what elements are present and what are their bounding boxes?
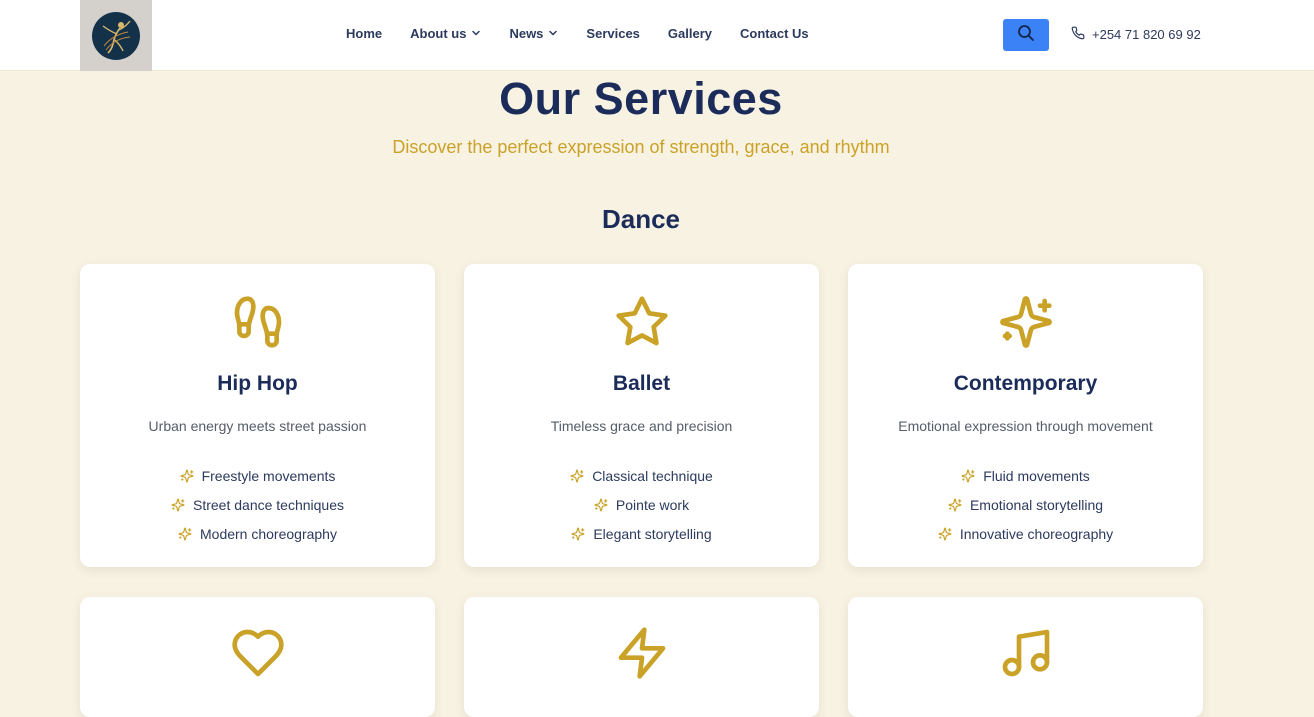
service-card-contemporary[interactable]: Contemporary Emotional expression throug…	[848, 264, 1203, 567]
sparkles-icon	[848, 294, 1203, 350]
feature-label: Freestyle movements	[201, 467, 336, 484]
sparkle-icon	[178, 527, 192, 540]
feature-label: Street dance techniques	[193, 496, 344, 513]
page-title: Our Services	[499, 73, 783, 124]
music-icon	[848, 625, 1203, 681]
section-title-dance: Dance	[601, 204, 681, 234]
feature-item: Elegant storytelling	[464, 519, 819, 548]
nav-about-us[interactable]: About us	[410, 26, 481, 41]
feature-label: Modern choreography	[200, 525, 337, 542]
card-description: Emotional expression through movement	[898, 418, 1153, 434]
sparkle-icon	[171, 498, 185, 511]
feature-label: Emotional storytelling	[969, 496, 1104, 513]
star-icon	[464, 294, 819, 350]
card-title: Hip Hop	[217, 372, 298, 395]
page-subtitle: Discover the perfect expression of stren…	[392, 137, 890, 157]
nav-home[interactable]: Home	[346, 26, 382, 41]
sparkle-icon	[938, 527, 952, 540]
card-description: Urban energy meets street passion	[148, 418, 367, 434]
sparkle-icon	[594, 498, 608, 511]
service-card[interactable]	[464, 597, 819, 717]
feature-item: Emotional storytelling	[848, 490, 1203, 519]
search-icon	[1017, 24, 1035, 47]
nav-contact-us-label: Contact Us	[740, 26, 809, 41]
phone-number: +254 71 820 69 92	[1092, 27, 1201, 42]
footprints-icon	[80, 294, 435, 350]
nav-contact-us[interactable]: Contact Us	[740, 26, 809, 41]
service-card[interactable]	[848, 597, 1203, 717]
search-button[interactable]	[1003, 19, 1049, 51]
main-nav: Home About us News Services Gallery Cont…	[346, 26, 809, 41]
feature-item: Innovative choreography	[848, 519, 1203, 548]
nav-news-label: News	[509, 26, 544, 41]
feature-label: Fluid movements	[983, 467, 1090, 484]
phone-icon	[1071, 26, 1092, 43]
card-title: Ballet	[612, 372, 671, 395]
nav-gallery[interactable]: Gallery	[668, 26, 712, 41]
sparkle-icon	[570, 469, 584, 482]
dancer-logo-icon	[92, 11, 140, 60]
nav-services-label: Services	[586, 26, 640, 41]
nav-about-us-label: About us	[410, 26, 467, 41]
sparkle-icon	[180, 469, 194, 482]
feature-item: Fluid movements	[848, 461, 1203, 490]
card-description: Timeless grace and precision	[550, 418, 733, 434]
feature-item: Freestyle movements	[80, 461, 435, 490]
nav-news[interactable]: News	[509, 26, 558, 41]
nav-services[interactable]: Services	[586, 26, 640, 41]
site-header: Home About us News Services Gallery Cont…	[0, 0, 1314, 71]
logo[interactable]	[80, 0, 152, 71]
feature-list: Fluid movements Emotional storytelling I…	[848, 461, 1203, 548]
sparkle-icon	[961, 469, 975, 482]
chevron-down-icon	[471, 26, 481, 41]
feature-label: Pointe work	[615, 496, 690, 513]
nav-home-label: Home	[346, 26, 383, 41]
card-title: Contemporary	[953, 372, 1098, 395]
feature-list: Freestyle movements Street dance techniq…	[80, 461, 435, 548]
feature-label: Innovative choreography	[959, 525, 1114, 542]
feature-item: Pointe work	[464, 490, 819, 519]
heart-icon	[80, 625, 435, 681]
sparkle-icon	[571, 527, 585, 540]
feature-label: Elegant storytelling	[593, 525, 712, 542]
service-card-hip-hop[interactable]: Hip Hop Urban energy meets street passio…	[80, 264, 435, 567]
feature-list: Classical technique Pointe work Elegant …	[464, 461, 819, 548]
nav-gallery-label: Gallery	[667, 26, 713, 41]
feature-label: Classical technique	[592, 467, 713, 484]
zap-icon	[464, 625, 819, 681]
chevron-down-icon	[548, 26, 558, 41]
feature-item: Street dance techniques	[80, 490, 435, 519]
sparkle-icon	[948, 498, 962, 511]
feature-item: Modern choreography	[80, 519, 435, 548]
feature-item: Classical technique	[464, 461, 819, 490]
phone-link[interactable]: +254 71 820 69 92	[1071, 26, 1201, 43]
service-card-ballet[interactable]: Ballet Timeless grace and precision Clas…	[464, 264, 819, 567]
service-card[interactable]	[80, 597, 435, 717]
